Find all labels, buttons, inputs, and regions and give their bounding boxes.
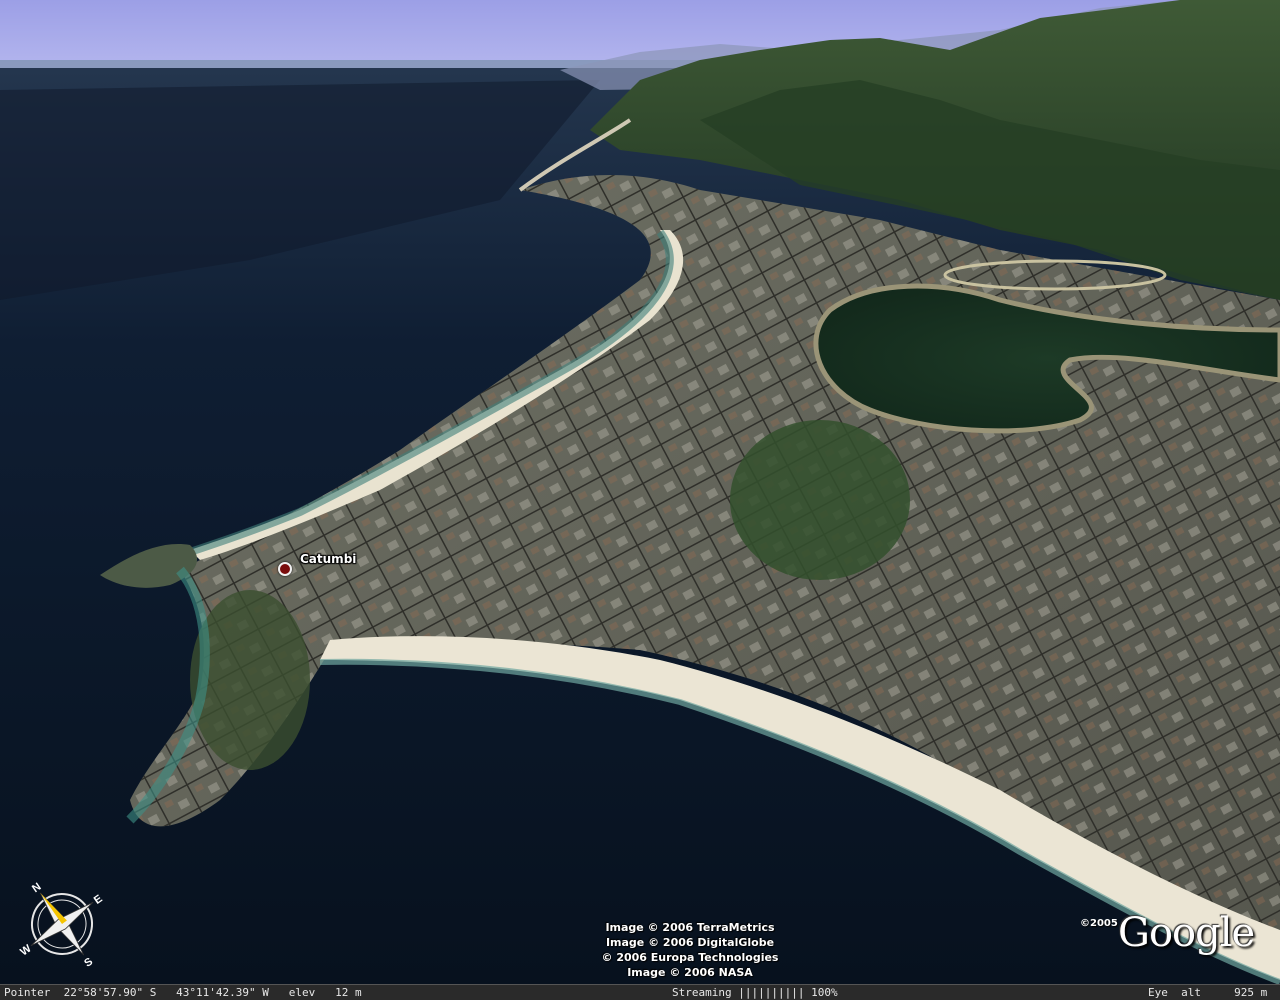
streaming-status: Streaming |||||||||| 100%	[672, 986, 838, 999]
logo-copyright: ©2005	[1080, 918, 1118, 929]
credit-line: Image © 2006 NASA	[627, 966, 753, 979]
credit-line: Image © 2006 DigitalGlobe	[605, 936, 775, 949]
compass-letter-e: E	[92, 893, 105, 907]
status-bar: Pointer 22°58'57.90" S 43°11'42.39" W el…	[0, 984, 1280, 1000]
placemark-circle-icon[interactable]	[278, 562, 292, 576]
logo-text: Google	[1118, 910, 1255, 956]
map-viewport[interactable]: Catumbi Image © 2006 TerraMetrics Image …	[0, 0, 1280, 984]
placemark-label[interactable]: Catumbi	[300, 552, 356, 566]
compass-letter-s: S	[82, 956, 95, 970]
compass-letter-n: N	[30, 881, 43, 895]
terrain-view	[0, 0, 1280, 984]
eye-altitude: Eye alt 925 m	[1148, 986, 1268, 999]
google-logo: ©2005 Google	[1078, 910, 1258, 972]
compass-rose-icon[interactable]: N E S W	[10, 872, 114, 976]
credit-line: Image © 2006 TerraMetrics	[605, 921, 775, 934]
credit-line: © 2006 Europa Technologies	[601, 951, 779, 964]
imagery-credits: Image © 2006 TerraMetrics Image © 2006 D…	[540, 920, 840, 980]
pointer-coordinates: Pointer 22°58'57.90" S 43°11'42.39" W el…	[4, 986, 362, 999]
